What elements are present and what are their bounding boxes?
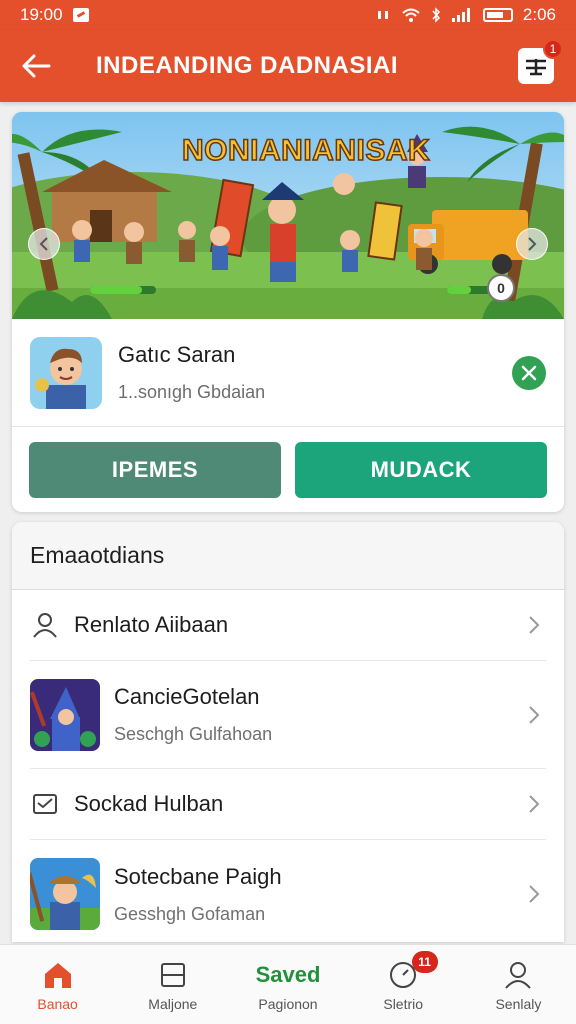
message-icon (30, 790, 60, 818)
back-button[interactable] (16, 46, 56, 86)
section-card: Emaaotdians Renlato Aiibaan CancieGotela… (12, 522, 564, 942)
nav-label: Banao (37, 995, 78, 1012)
list-item[interactable]: Renlato Aiibaan (30, 590, 546, 661)
notification-badge: 1 (543, 39, 563, 59)
chevron-right-icon (522, 615, 546, 635)
status-clock: 2:06 (522, 5, 556, 24)
profile-icon (503, 958, 533, 992)
menu-button[interactable]: 1 (518, 39, 563, 84)
list-item[interactable]: CancieGotelan Seschgh Gulfahoan (30, 661, 546, 769)
page-indicator: 0 (487, 274, 515, 302)
game-name: Gatıc Saran (118, 342, 236, 367)
vibrate-icon (377, 11, 388, 19)
nav-item-profile[interactable]: Senlaly (461, 945, 576, 1024)
nav-label: Pagionon (258, 995, 318, 1012)
list-item[interactable]: Sockad Hulban (30, 769, 546, 840)
user-icon (30, 611, 60, 639)
status-bar: 19:00 2:06 (0, 0, 576, 30)
chevron-right-icon (522, 884, 546, 904)
nav-label: Maljone (148, 995, 198, 1012)
chevron-right-icon (528, 237, 537, 251)
carousel-next-button[interactable] (516, 228, 548, 260)
page-title: INDEANDING DADNASIAI (96, 52, 399, 79)
player-avatar-image (30, 336, 102, 409)
square-icon (159, 958, 187, 992)
action-buttons: IPEMES MUDACK (29, 442, 547, 498)
game-card: NONIANIANISAK 0 Gatıc Saran 1..sonıgh Gb… (12, 112, 564, 512)
list-item-title: Sockad Hulban (74, 791, 224, 816)
nav-item-home[interactable]: Banao (0, 945, 115, 1024)
section-title: Emaaotdians (12, 522, 564, 590)
notification-icon (72, 8, 89, 22)
farmer-thumbnail (30, 858, 100, 930)
list-item[interactable]: Sotecbane Paigh Gesshgh Gofaman (30, 840, 546, 942)
game-info: Gatıc Saran 1..sonıgh Gbdaian (12, 319, 564, 427)
close-icon (521, 365, 537, 380)
list-item-text: CancieGotelan Seschgh Gulfahoan (114, 684, 522, 745)
home-icon (42, 958, 74, 992)
battery-icon (482, 8, 513, 22)
list-item-title: Sotecbane Paigh (114, 863, 282, 889)
status-right: 2:06 (375, 5, 556, 25)
game-avatar (30, 336, 102, 409)
secondary-button[interactable]: MUDACK (295, 442, 547, 498)
status-time: 19:00 (20, 5, 63, 24)
list-item-subtitle: Seschgh Gulfahoan (114, 724, 273, 744)
nav-badge: 11 (411, 951, 438, 973)
wifi-icon (402, 8, 420, 22)
banner-title: NONIANIANISAK (181, 133, 431, 168)
nav-label: Sletrio (383, 995, 424, 1012)
list-item-text: Sotecbane Paigh Gesshgh Gofaman (114, 864, 522, 925)
arrow-left-icon (22, 54, 51, 78)
list-item-subtitle: Gesshgh Gofaman (114, 903, 266, 924)
nav-item-compass[interactable]: 11 Sletrio (346, 945, 461, 1024)
nav-item-square[interactable]: Maljone (115, 945, 230, 1024)
bottom-nav: Banao Maljone Saved Pagionon 11 Sletrio … (0, 944, 576, 1024)
saved-label: Saved (255, 961, 321, 987)
game-banner[interactable]: NONIANIANISAK 0 (12, 112, 564, 319)
app-bar: INDEANDING DADNASIAI 1 (0, 30, 576, 102)
list-item-text: Renlato Aiibaan (74, 612, 522, 638)
menu-icon (526, 59, 546, 76)
nav-label: Senlaly (495, 995, 542, 1012)
game-text: Gatıc Saran 1..sonıgh Gbdaian (118, 342, 512, 403)
signal-icon (451, 8, 470, 22)
wizard-thumbnail (30, 678, 100, 751)
nav-item-saved[interactable]: Saved Pagionon (230, 945, 345, 1024)
primary-button[interactable]: IPEMES (29, 442, 281, 498)
list-item-title: CancieGotelan (114, 684, 260, 709)
status-left: 19:00 (20, 5, 89, 25)
bluetooth-icon (432, 7, 440, 23)
chevron-left-icon (39, 237, 48, 251)
chevron-right-icon (522, 794, 546, 814)
list-item-text: Sockad Hulban (74, 791, 522, 817)
list-item-title: Renlato Aiibaan (74, 612, 229, 637)
chevron-right-icon (522, 705, 546, 725)
game-subtitle: 1..sonıgh Gbdaian (118, 382, 266, 402)
game-action-button[interactable] (512, 355, 546, 390)
carousel-prev-button[interactable] (28, 228, 60, 260)
